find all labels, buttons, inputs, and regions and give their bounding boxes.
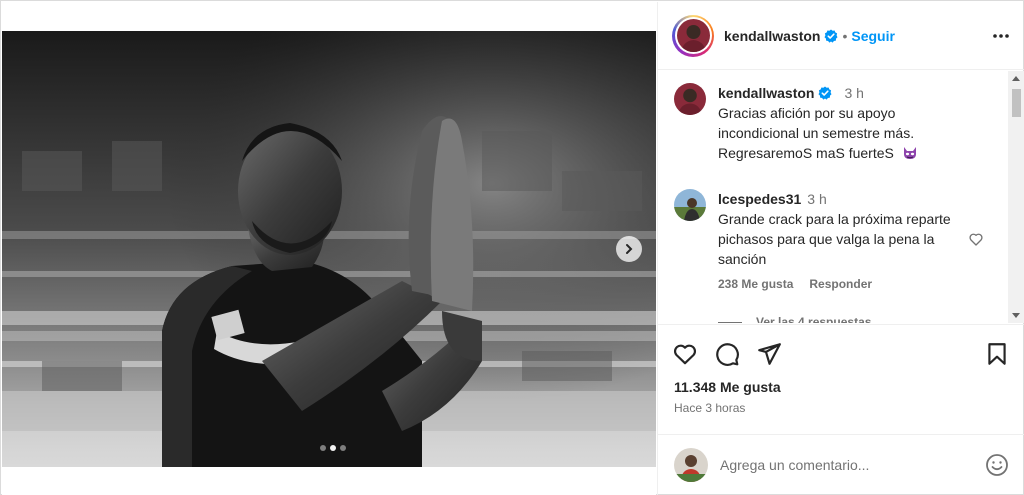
commenter-avatar[interactable]: [674, 189, 706, 221]
comment-input[interactable]: [720, 457, 960, 473]
save-button[interactable]: [984, 341, 1010, 367]
like-button[interactable]: [672, 341, 698, 367]
post-side-panel: kendallwaston • Seguir kendallwaston 3 h…: [657, 2, 1024, 495]
action-bar: [672, 341, 1010, 367]
current-user-avatar: [674, 448, 708, 482]
comment-item: lcespedes31 3 h Grande crack para la próx…: [674, 189, 958, 269]
caption-body: kendallwaston 3 h Gracias afición por su …: [718, 83, 958, 163]
send-paper-plane-icon: [758, 343, 781, 365]
view-replies-label: Ver las 4 respuestas: [756, 315, 872, 323]
scroll-down-arrow-icon[interactable]: [1012, 313, 1020, 318]
instagram-post-modal: kendallwaston • Seguir kendallwaston 3 h…: [0, 0, 1024, 495]
author-story-ring[interactable]: [672, 14, 714, 57]
share-button[interactable]: [756, 341, 782, 367]
more-options-button[interactable]: [992, 27, 1010, 45]
header-author-name[interactable]: kendallwaston: [724, 28, 820, 44]
comment-likes-count[interactable]: 238 Me gusta: [718, 277, 793, 291]
carousel-indicator: [320, 445, 346, 451]
post-timestamp: Hace 3 horas: [674, 401, 746, 415]
reply-button[interactable]: Responder: [809, 277, 872, 291]
post-actions: 11.348 Me gusta Hace 3 horas: [658, 324, 1024, 444]
scroll-up-arrow-icon[interactable]: [1012, 76, 1020, 81]
more-horizontal-icon: [993, 33, 1009, 38]
caption-text: Gracias afición por su apoyo incondicion…: [718, 105, 915, 161]
heart-outline-icon: [969, 233, 983, 246]
comment-bubble-icon: [716, 343, 739, 366]
post-likes-count[interactable]: 11.348 Me gusta: [674, 379, 781, 395]
post-header: kendallwaston • Seguir: [658, 2, 1024, 70]
bookmark-icon: [988, 343, 1006, 365]
heart-icon: [673, 344, 697, 365]
header-separator: •: [842, 27, 848, 44]
emoji-picker-button[interactable]: [985, 453, 1009, 477]
comments-scrollbar[interactable]: [1008, 71, 1024, 323]
add-comment-bar: [658, 434, 1024, 495]
comment-button[interactable]: [714, 341, 740, 367]
carousel-dot-active: [330, 445, 336, 451]
carousel-dot: [320, 445, 326, 451]
scroll-thumb[interactable]: [1012, 89, 1021, 117]
comment-body: lcespedes31 3 h Grande crack para la próx…: [718, 189, 958, 269]
comment-text: Grande crack para la próxima reparte pic…: [718, 211, 951, 267]
comment-time: 3 h: [807, 191, 827, 207]
smiley-icon: [986, 454, 1008, 476]
follow-button[interactable]: Seguir: [851, 28, 895, 44]
caption-author-avatar[interactable]: [674, 83, 706, 115]
view-replies-button[interactable]: Ver las 4 respuestas: [718, 315, 871, 323]
player-applauding-photo: [2, 31, 656, 467]
caption-item: kendallwaston 3 h Gracias afición por su …: [674, 83, 958, 163]
author-avatar: [676, 19, 710, 52]
carousel-next-button[interactable]: [616, 236, 642, 262]
comment-meta: 238 Me gusta Responder: [718, 277, 872, 291]
chevron-right-icon: [626, 244, 633, 254]
verified-badge-icon: [824, 29, 838, 43]
carousel-dot: [340, 445, 346, 451]
post-photo: [2, 31, 656, 467]
purple-devil-emoji-icon: [903, 147, 916, 159]
commenter-name[interactable]: lcespedes31: [718, 191, 801, 207]
post-media: [2, 2, 656, 495]
caption-time: 3 h: [844, 85, 864, 101]
caption-author-name[interactable]: kendallwaston: [718, 85, 814, 101]
verified-badge-icon: [818, 86, 832, 100]
comments-section[interactable]: kendallwaston 3 h Gracias afición por su …: [658, 71, 1024, 323]
comment-like-button[interactable]: [968, 231, 984, 250]
